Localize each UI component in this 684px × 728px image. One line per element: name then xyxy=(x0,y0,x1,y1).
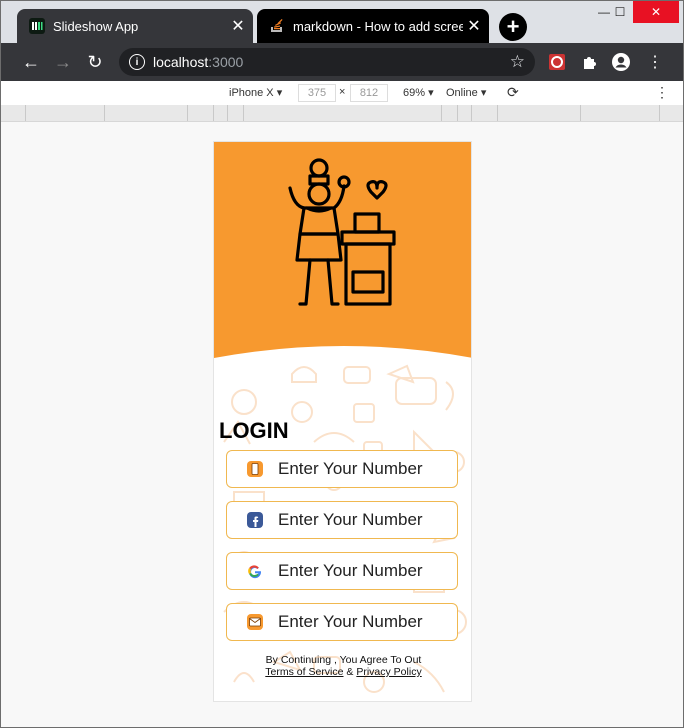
browser-toolbar: ← → ↻ i localhost:3000 ☆ ⋮ xyxy=(1,43,683,81)
stackoverflow-icon xyxy=(269,18,285,34)
facebook-login-button[interactable]: Enter Your Number xyxy=(226,501,458,539)
device-select[interactable]: iPhone X ▾ xyxy=(229,86,282,99)
terms-ampersand: & xyxy=(346,666,354,678)
tab-title: Slideshow App xyxy=(53,18,139,34)
close-window-icon[interactable]: ✕ xyxy=(633,1,679,23)
back-arrow-icon[interactable]: ← xyxy=(19,50,43,74)
forward-arrow-icon[interactable]: → xyxy=(51,50,75,74)
google-login-button[interactable]: Enter Your Number xyxy=(226,552,458,590)
hero-banner xyxy=(214,142,471,358)
new-tab-button[interactable]: + xyxy=(499,13,527,41)
phone-login-label: Enter Your Number xyxy=(278,459,423,478)
rotate-icon[interactable]: ⟳ xyxy=(507,84,519,101)
browser-window: Slideshow App ✕ markdown - How to add sc… xyxy=(0,0,684,728)
terms-prefix: By Continuing , You Agree To Out xyxy=(265,654,422,666)
info-icon[interactable]: i xyxy=(129,54,145,70)
facebook-icon xyxy=(246,511,264,529)
address-bar[interactable]: i localhost:3000 ☆ xyxy=(119,48,535,76)
app-favicon-icon xyxy=(29,18,45,34)
device-toolbar: iPhone X ▾ 375 × 812 69% ▾ Online ▾ ⟳ ⋮ xyxy=(1,81,683,106)
extension-icon[interactable] xyxy=(547,52,567,72)
tab-slideshow-app[interactable]: Slideshow App ✕ xyxy=(17,9,253,43)
network-select[interactable]: Online ▾ xyxy=(446,86,486,99)
terms-notice: By Continuing , You Agree To Out Terms o… xyxy=(214,654,471,678)
more-menu-icon[interactable]: ⋮ xyxy=(645,52,665,72)
puzzle-extensions-icon[interactable] xyxy=(579,52,599,72)
plus-icon: + xyxy=(506,14,520,39)
title-bar: Slideshow App ✕ markdown - How to add sc… xyxy=(1,1,683,43)
address-host: localhost xyxy=(153,54,209,70)
devtools-more-icon[interactable]: ⋮ xyxy=(655,84,669,101)
reload-icon[interactable]: ↻ xyxy=(83,50,107,74)
tab-markdown[interactable]: markdown - How to add screens ✕ xyxy=(257,9,489,43)
maximize-icon[interactable]: ☐ xyxy=(605,1,635,23)
profile-avatar-icon[interactable] xyxy=(611,52,631,72)
bookmark-star-icon[interactable]: ☆ xyxy=(510,52,525,72)
device-viewport: LOGIN Enter Your Number Enter Your Numbe… xyxy=(213,141,472,702)
width-input[interactable]: 375 xyxy=(298,84,336,102)
mail-icon xyxy=(246,613,264,631)
facebook-login-label: Enter Your Number xyxy=(278,510,423,529)
phone-icon xyxy=(246,460,264,478)
media-query-ruler xyxy=(1,105,683,122)
email-login-button[interactable]: Enter Your Number xyxy=(226,603,458,641)
address-port: :3000 xyxy=(208,54,244,70)
google-login-label: Enter Your Number xyxy=(278,561,423,580)
close-tab-icon[interactable]: ✕ xyxy=(227,15,249,37)
times-sign: × xyxy=(339,86,346,98)
email-login-label: Enter Your Number xyxy=(278,612,423,631)
google-icon xyxy=(246,562,264,580)
login-title: LOGIN xyxy=(219,418,289,443)
height-input[interactable]: 812 xyxy=(350,84,388,102)
zoom-select[interactable]: 69% ▾ xyxy=(403,86,434,99)
close-tab-icon[interactable]: ✕ xyxy=(463,15,485,37)
phone-login-button[interactable]: Enter Your Number xyxy=(226,450,458,488)
privacy-policy-link[interactable]: Privacy Policy xyxy=(356,666,421,678)
tab-title: markdown - How to add screens xyxy=(293,18,463,34)
terms-of-service-link[interactable]: Terms of Service xyxy=(265,666,343,678)
